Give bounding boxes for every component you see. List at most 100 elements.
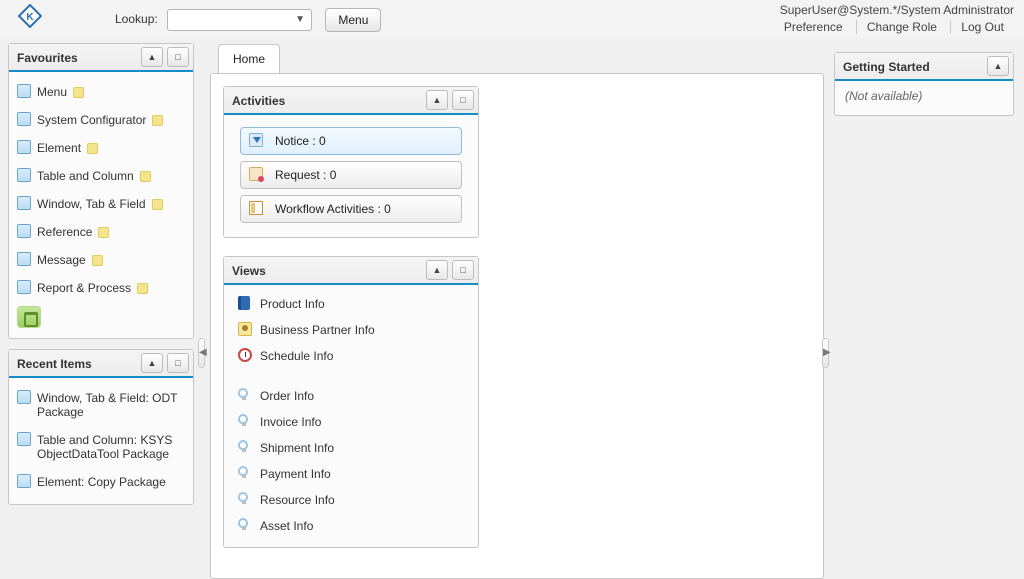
workflow-button[interactable]: Workflow Activities : 0	[240, 195, 462, 223]
favourites-item[interactable]: Message	[15, 246, 187, 274]
activities-panel: Activities ▲ □ Notice : 0 R	[223, 86, 479, 238]
preference-link[interactable]: Preference	[774, 20, 853, 34]
view-item-label: Business Partner Info	[260, 323, 375, 337]
view-item-icon	[238, 348, 252, 362]
favourites-item[interactable]: Menu	[15, 78, 187, 106]
favourite-star-icon[interactable]	[152, 115, 163, 126]
recent-item-label: Element: Copy Package	[37, 475, 166, 489]
view-item[interactable]: Resource Info	[230, 487, 472, 513]
window-icon	[17, 280, 31, 294]
view-item-label: Order Info	[260, 389, 314, 403]
bulb-icon	[238, 414, 248, 424]
maximize-icon[interactable]: □	[167, 353, 189, 373]
favourite-star-icon[interactable]	[140, 171, 151, 182]
favourites-item[interactable]: System Configurator	[15, 106, 187, 134]
favourites-item[interactable]: Reference	[15, 218, 187, 246]
window-icon	[17, 140, 31, 154]
view-item[interactable]: Invoice Info	[230, 409, 472, 435]
favourite-star-icon[interactable]	[92, 255, 103, 266]
collapse-icon[interactable]: ▲	[426, 90, 448, 110]
view-item[interactable]: Order Info	[230, 383, 472, 409]
maximize-icon[interactable]: □	[167, 47, 189, 67]
recent-item-label: Table and Column: KSYS ObjectDataTool Pa…	[37, 433, 172, 461]
views-panel: Views ▲ □ Product Info Business Partner I…	[223, 256, 479, 548]
request-icon	[249, 167, 263, 181]
request-label: Request : 0	[275, 168, 336, 182]
window-icon	[17, 196, 31, 210]
splitter-right-handle[interactable]	[822, 338, 829, 368]
favourites-item[interactable]: Element	[15, 134, 187, 162]
view-item-icon	[238, 296, 250, 310]
view-item[interactable]: Business Partner Info	[230, 317, 472, 343]
favourites-title: Favourites	[17, 51, 78, 65]
view-item[interactable]: Shipment Info	[230, 435, 472, 461]
window-icon	[17, 84, 31, 98]
favourites-item-label: Report & Process	[37, 281, 131, 295]
maximize-icon[interactable]: □	[452, 90, 474, 110]
request-button[interactable]: Request : 0	[240, 161, 462, 189]
app-logo-icon: K	[18, 4, 42, 28]
favourite-star-icon[interactable]	[73, 87, 84, 98]
view-item-label: Shipment Info	[260, 441, 334, 455]
lookup-input[interactable]: ▼	[167, 9, 312, 31]
favourites-item-label: System Configurator	[37, 113, 146, 127]
maximize-icon[interactable]: □	[452, 260, 474, 280]
window-icon	[17, 252, 31, 266]
trash-icon[interactable]	[17, 306, 41, 328]
menu-button[interactable]: Menu	[325, 8, 381, 32]
favourites-item[interactable]: Window, Tab & Field	[15, 190, 187, 218]
view-item[interactable]: Schedule Info	[230, 343, 472, 369]
notice-button[interactable]: Notice : 0	[240, 127, 462, 155]
favourites-item[interactable]: Table and Column	[15, 162, 187, 190]
recent-item[interactable]: Element: Copy Package	[15, 468, 187, 496]
collapse-icon[interactable]: ▲	[987, 56, 1009, 76]
bulb-icon	[238, 492, 248, 502]
favourite-star-icon[interactable]	[152, 199, 163, 210]
favourite-star-icon[interactable]	[137, 283, 148, 294]
window-icon	[17, 390, 31, 404]
tab-home[interactable]: Home	[218, 44, 280, 73]
view-item-label: Payment Info	[260, 467, 331, 481]
workflow-icon	[249, 201, 263, 215]
recent-items-panel: Recent Items ▲ □ Window, Tab & Field: OD…	[8, 349, 194, 505]
window-icon	[17, 168, 31, 182]
favourite-star-icon[interactable]	[87, 143, 98, 154]
recent-item[interactable]: Table and Column: KSYS ObjectDataTool Pa…	[15, 426, 187, 468]
view-item-label: Product Info	[260, 297, 325, 311]
view-item[interactable]: Product Info	[230, 291, 472, 317]
view-item-label: Asset Info	[260, 519, 313, 533]
svg-text:K: K	[26, 12, 34, 23]
window-icon	[17, 224, 31, 238]
bulb-icon	[238, 518, 248, 528]
collapse-icon[interactable]: ▲	[426, 260, 448, 280]
favourites-item[interactable]: Report & Process	[15, 274, 187, 302]
view-item[interactable]: Asset Info	[230, 513, 472, 539]
view-item-icon	[238, 322, 252, 336]
favourites-item-label: Table and Column	[37, 169, 134, 183]
splitter-left-handle[interactable]	[198, 338, 205, 368]
workflow-label: Workflow Activities : 0	[275, 202, 391, 216]
favourites-item-label: Element	[37, 141, 81, 155]
notice-icon	[249, 133, 263, 147]
recent-item-label: Window, Tab & Field: ODT Package	[37, 391, 177, 419]
notice-label: Notice : 0	[275, 134, 326, 148]
view-item-label: Invoice Info	[260, 415, 321, 429]
favourites-item-label: Window, Tab & Field	[37, 197, 146, 211]
activities-title: Activities	[232, 94, 285, 108]
views-title: Views	[232, 264, 266, 278]
favourites-item-label: Menu	[37, 85, 67, 99]
collapse-icon[interactable]: ▲	[141, 353, 163, 373]
change-role-link[interactable]: Change Role	[856, 20, 947, 34]
collapse-icon[interactable]: ▲	[141, 47, 163, 67]
logout-link[interactable]: Log Out	[950, 20, 1014, 34]
bulb-icon	[238, 466, 248, 476]
recent-item[interactable]: Window, Tab & Field: ODT Package	[15, 384, 187, 426]
favourite-star-icon[interactable]	[98, 227, 109, 238]
favourites-item-label: Message	[37, 253, 86, 267]
lookup-label: Lookup:	[115, 12, 158, 26]
window-icon	[17, 432, 31, 446]
getting-started-panel: Getting Started ▲ (Not available)	[834, 52, 1014, 116]
view-item[interactable]: Payment Info	[230, 461, 472, 487]
getting-started-content: (Not available)	[835, 81, 1013, 115]
favourites-item-label: Reference	[37, 225, 92, 239]
